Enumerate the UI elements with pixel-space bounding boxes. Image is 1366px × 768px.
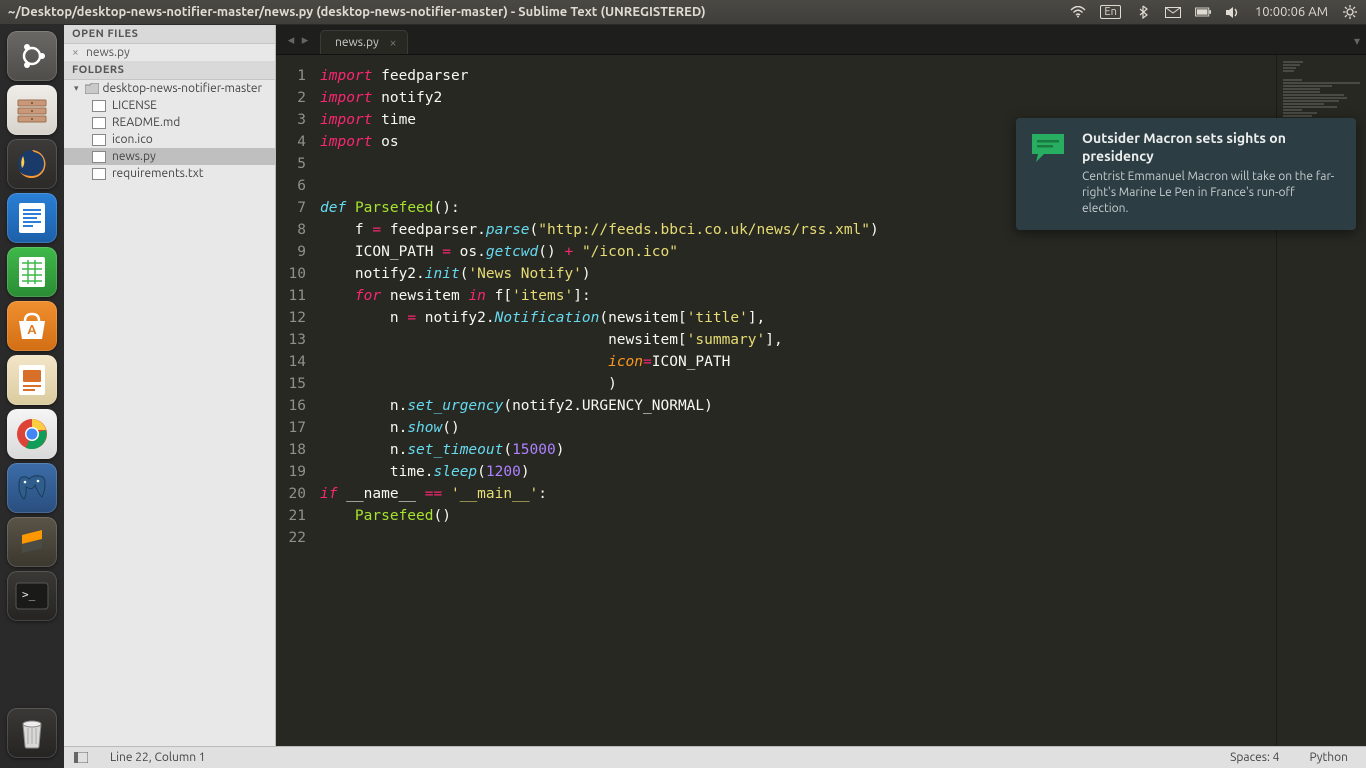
file-label: icon.ico bbox=[112, 133, 153, 146]
tab-label: news.py bbox=[335, 36, 379, 49]
file-icon bbox=[92, 168, 106, 180]
desktop-notification[interactable]: Outsider Macron sets sights on presidenc… bbox=[1016, 118, 1356, 230]
file-icon bbox=[92, 100, 106, 112]
status-bar: Line 22, Column 1 Spaces: 4 Python bbox=[64, 746, 1366, 768]
folder-root-label: desktop-news-notifier-master bbox=[103, 82, 263, 95]
file-icon bbox=[92, 134, 106, 146]
unity-launcher: A >_ bbox=[0, 25, 64, 768]
wifi-icon[interactable] bbox=[1070, 4, 1086, 20]
google-chrome-button[interactable] bbox=[7, 409, 57, 459]
libreoffice-writer-button[interactable] bbox=[7, 193, 57, 243]
line-number-gutter: 12345678910111213141516171819202122 bbox=[276, 55, 316, 746]
mail-icon[interactable] bbox=[1165, 4, 1181, 20]
sidebar: OPEN FILES news.py FOLDERS desktop-news-… bbox=[64, 25, 276, 746]
notification-chat-icon bbox=[1030, 132, 1070, 168]
file-icon bbox=[92, 151, 106, 163]
files-button[interactable] bbox=[7, 85, 57, 135]
libreoffice-calc-button[interactable] bbox=[7, 247, 57, 297]
system-menubar: ~/Desktop/desktop-news-notifier-master/n… bbox=[0, 0, 1366, 25]
folders-header: FOLDERS bbox=[64, 61, 275, 80]
ubuntu-dash-button[interactable] bbox=[7, 31, 57, 81]
file-icon bbox=[92, 117, 106, 129]
libreoffice-impress-button[interactable] bbox=[7, 355, 57, 405]
status-line-column[interactable]: Line 22, Column 1 bbox=[102, 751, 214, 764]
language-indicator[interactable]: En bbox=[1100, 5, 1120, 19]
notification-body: Centrist Emmanuel Macron will take on th… bbox=[1082, 169, 1342, 218]
tab-history-back-icon[interactable]: ◂ bbox=[284, 30, 298, 50]
file-label: news.py bbox=[112, 150, 156, 163]
sidebar-toggle-icon[interactable] bbox=[74, 752, 88, 763]
tab-news-py[interactable]: news.py × bbox=[320, 30, 408, 54]
status-syntax[interactable]: Python bbox=[1301, 751, 1356, 764]
file-label: requirements.txt bbox=[112, 167, 204, 180]
notification-title: Outsider Macron sets sights on presidenc… bbox=[1082, 130, 1342, 165]
firefox-button[interactable] bbox=[7, 139, 57, 189]
sublime-text-button[interactable] bbox=[7, 517, 57, 567]
postgresql-button[interactable] bbox=[7, 463, 57, 513]
window-title: ~/Desktop/desktop-news-notifier-master/n… bbox=[8, 5, 706, 19]
file-item[interactable]: requirements.txt bbox=[64, 165, 275, 182]
tab-history-forward-icon[interactable]: ▸ bbox=[298, 30, 312, 50]
file-label: README.md bbox=[112, 116, 180, 129]
volume-icon[interactable] bbox=[1225, 4, 1241, 20]
bluetooth-icon[interactable] bbox=[1135, 4, 1151, 20]
file-item[interactable]: README.md bbox=[64, 114, 275, 131]
ubuntu-software-button[interactable]: A bbox=[7, 301, 57, 351]
file-item[interactable]: icon.ico bbox=[64, 131, 275, 148]
svg-text:A: A bbox=[27, 323, 37, 337]
gear-icon[interactable] bbox=[1342, 4, 1358, 20]
open-file-item[interactable]: news.py bbox=[64, 44, 275, 61]
tab-overflow-icon[interactable]: ▾ bbox=[1354, 34, 1360, 48]
trash-button[interactable] bbox=[7, 708, 57, 758]
clock[interactable]: 10:00:06 AM bbox=[1255, 5, 1328, 19]
file-item[interactable]: news.py bbox=[64, 148, 275, 165]
file-item[interactable]: LICENSE bbox=[64, 97, 275, 114]
status-indent[interactable]: Spaces: 4 bbox=[1222, 751, 1287, 764]
system-tray: En 10:00:06 AM bbox=[1070, 4, 1358, 20]
file-label: LICENSE bbox=[112, 99, 157, 112]
tab-close-icon[interactable]: × bbox=[389, 36, 396, 50]
tab-bar: ◂ ▸ news.py × ▾ bbox=[276, 25, 1366, 55]
svg-text:>_: >_ bbox=[22, 588, 36, 601]
terminal-button[interactable]: >_ bbox=[7, 571, 57, 621]
battery-icon[interactable] bbox=[1195, 4, 1211, 20]
open-files-header: OPEN FILES bbox=[64, 25, 275, 44]
folder-root[interactable]: desktop-news-notifier-master bbox=[64, 80, 275, 97]
